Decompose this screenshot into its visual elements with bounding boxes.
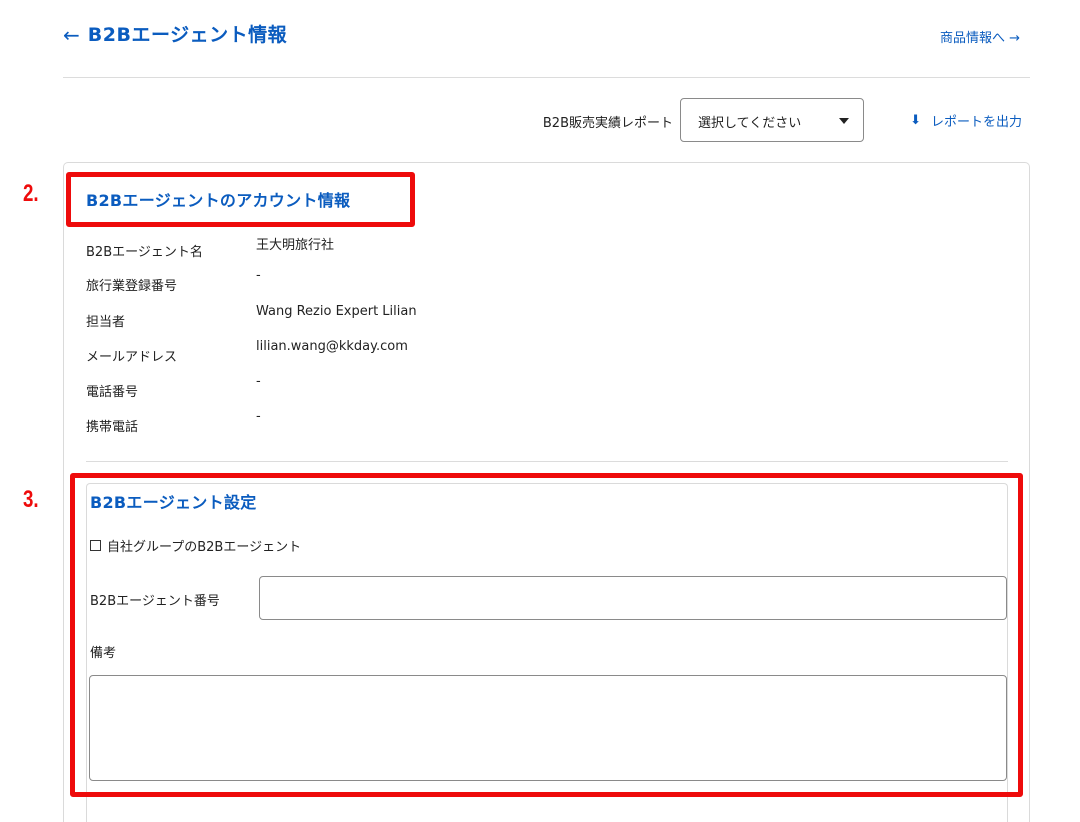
callout-number-2: 2. [23,180,39,207]
info-value: Wang Rezio Expert Lilian [256,304,417,319]
info-value: - [256,268,261,283]
product-info-link[interactable]: 商品情報へ → [940,27,1020,46]
section-divider [86,461,1008,462]
info-label: メールアドレス [86,350,178,365]
report-select[interactable]: 選択してください [680,98,864,142]
report-toolbar: B2B販売実績レポート 選択してください ⬇ レポートを出力 [63,98,1030,142]
download-icon: ⬇ [910,113,921,128]
back-link[interactable]: ← B2Bエージェント情報 [63,22,287,48]
report-select-value: 選択してください [698,116,802,131]
info-label: 携帯電話 [86,420,139,435]
info-value: - [256,374,261,389]
callout-box-agent-settings [70,473,1023,797]
info-value: - [256,409,261,424]
info-value: 王大明旅行社 [256,238,335,253]
info-label: 旅行業登録番号 [86,279,178,294]
info-value: lilian.wang@kkday.com [256,339,408,354]
info-label: 担当者 [86,315,126,330]
callout-number-3: 3. [23,486,39,513]
page-header: ← B2Bエージェント情報 商品情報へ → [63,18,1030,78]
page-title: B2Bエージェント情報 [87,24,288,46]
back-arrow-icon[interactable]: ← [63,22,80,48]
export-report-link[interactable]: ⬇ レポートを出力 [910,111,1022,130]
report-label: B2B販売実績レポート [542,116,673,131]
caret-down-icon [839,118,849,124]
info-label: 電話番号 [86,385,139,400]
export-report-label: レポートを出力 [930,115,1022,130]
callout-box-account-info [66,172,415,227]
info-label: B2Bエージェント名 [86,245,203,260]
